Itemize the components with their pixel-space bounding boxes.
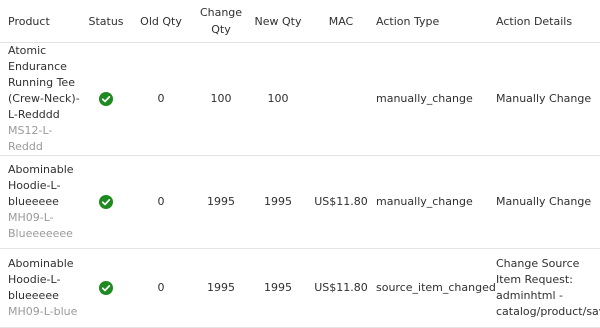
table-row: Abominable Hoodie-L-blueeeee MH09-L-Blue… xyxy=(0,155,600,249)
status-cell xyxy=(84,248,128,328)
old-qty-cell: 0 xyxy=(128,248,194,328)
old-qty-cell: 0 xyxy=(128,155,194,249)
table-header-row: Product Status Old Qty Change Qty New Qt… xyxy=(0,0,600,43)
product-cell: Atomic Endurance Running Tee (Crew-Neck)… xyxy=(0,42,84,156)
action-type-cell: source_item_changed xyxy=(374,248,496,328)
product-sku: MH09-L-blue xyxy=(8,305,78,318)
status-cell xyxy=(84,155,128,249)
action-details-cell: Manually Change xyxy=(494,155,600,249)
action-type-cell: manually_change xyxy=(374,155,494,249)
table-row: Atomic Endurance Running Tee (Crew-Neck)… xyxy=(0,42,600,156)
new-qty-cell: 1995 xyxy=(248,155,308,249)
mac-cell xyxy=(308,42,374,156)
product-sku: MH09-L-Blueeeeeee xyxy=(8,211,73,240)
column-header-change-qty[interactable]: Change Qty xyxy=(194,0,248,43)
check-circle-icon xyxy=(99,195,113,209)
column-header-old-qty[interactable]: Old Qty xyxy=(128,0,194,43)
column-header-status[interactable]: Status xyxy=(84,0,128,43)
product-cell: Abominable Hoodie-L-blueeeee MH09-L-Blue… xyxy=(0,155,84,249)
inventory-history-table: Product Status Old Qty Change Qty New Qt… xyxy=(0,0,600,328)
status-cell xyxy=(84,42,128,156)
column-header-action-details[interactable]: Action Details xyxy=(494,0,600,43)
column-header-new-qty[interactable]: New Qty xyxy=(248,0,308,43)
change-qty-cell: 100 xyxy=(194,42,248,156)
new-qty-cell: 100 xyxy=(248,42,308,156)
change-qty-cell: 1995 xyxy=(194,155,248,249)
product-name[interactable]: Atomic Endurance Running Tee (Crew-Neck)… xyxy=(8,43,84,123)
check-circle-icon xyxy=(99,92,113,106)
new-qty-cell: 1995 xyxy=(248,248,308,328)
product-name[interactable]: Abominable Hoodie-L-blueeeee xyxy=(8,162,84,210)
product-cell: Abominable Hoodie-L-blueeeee MH09-L-blue xyxy=(0,248,84,328)
column-header-product[interactable]: Product xyxy=(0,0,84,43)
mac-cell: US$11.80 xyxy=(308,155,374,249)
old-qty-cell: 0 xyxy=(128,42,194,156)
column-header-mac[interactable]: MAC xyxy=(308,0,374,43)
action-details-cell: Manually Change xyxy=(494,42,600,156)
action-details-cell: Change Source Item Request: adminhtml - … xyxy=(494,248,600,328)
column-header-action-type[interactable]: Action Type xyxy=(374,0,494,43)
product-name[interactable]: Abominable Hoodie-L-blueeeee xyxy=(8,256,84,304)
product-sku: MS12-L-Reddd xyxy=(8,124,53,153)
change-qty-cell: 1995 xyxy=(194,248,248,328)
mac-cell: US$11.80 xyxy=(308,248,374,328)
table-row: Abominable Hoodie-L-blueeeee MH09-L-blue… xyxy=(0,248,600,328)
check-circle-icon xyxy=(99,281,113,295)
action-type-cell: manually_change xyxy=(374,42,494,156)
